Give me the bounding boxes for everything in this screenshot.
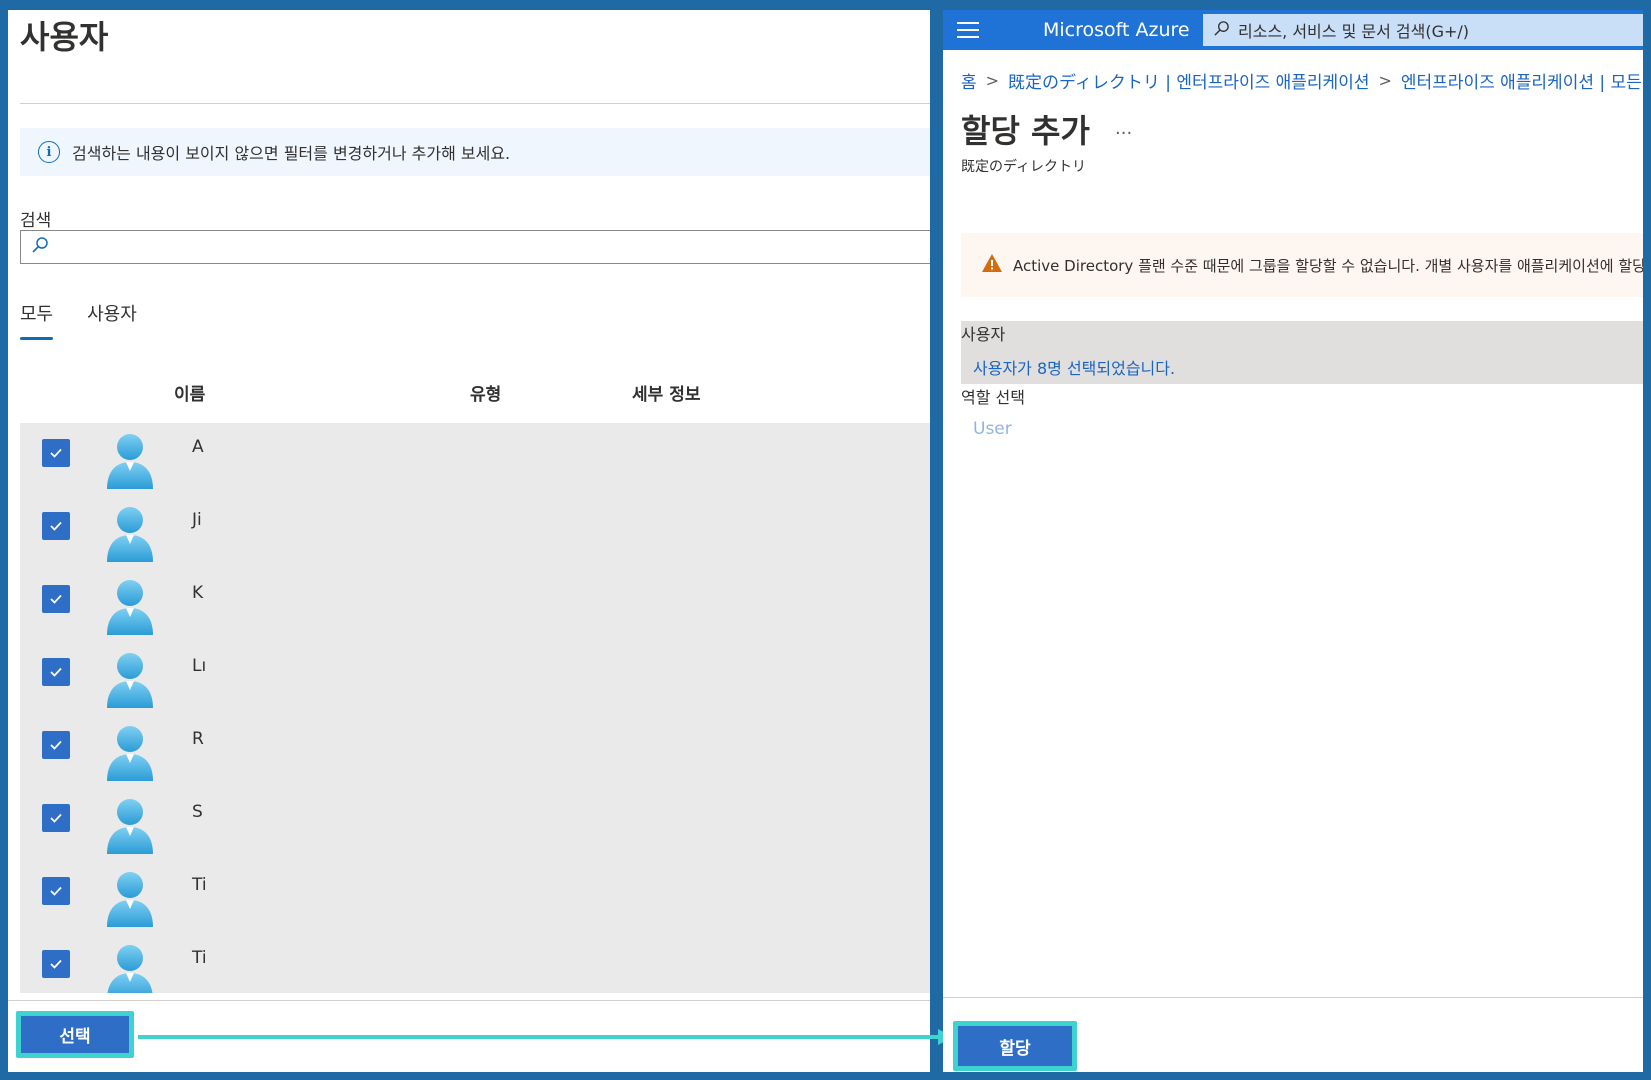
table-row[interactable]: A [20, 423, 930, 496]
search-input[interactable] [55, 231, 930, 263]
row-checkbox[interactable] [42, 877, 70, 905]
column-header-name[interactable]: 이름 [174, 380, 205, 405]
user-name: K [192, 583, 204, 603]
checkmark-icon [49, 444, 63, 463]
row-checkbox[interactable] [42, 585, 70, 613]
table-row[interactable]: K [20, 569, 930, 642]
brand-title[interactable]: Microsoft Azure [1043, 19, 1190, 41]
breadcrumb-home[interactable]: 홈 [961, 68, 977, 93]
divider [943, 997, 1643, 998]
user-name: S [192, 802, 203, 822]
azure-top-bar: Microsoft Azure 리소스, 서비스 및 문서 검색(G+/) [943, 10, 1643, 50]
add-assignment-panel: Microsoft Azure 리소스, 서비스 및 문서 검색(G+/) 홈 … [943, 10, 1643, 1072]
panel-title: 할당 추가 [961, 112, 1090, 150]
users-section[interactable]: 사용자 사용자가 8명 선택되었습니다. [961, 321, 1643, 384]
checkmark-icon [49, 663, 63, 682]
tab-bar: 모두 사용자 [20, 300, 137, 340]
page-title: 사용자 [20, 18, 109, 56]
search-box[interactable] [20, 230, 930, 264]
breadcrumb: 홈 > 既定のディレクトリ | 엔터프라이즈 애플리케이션 > 엔터프라이즈 애… [961, 68, 1642, 93]
row-checkbox[interactable] [42, 950, 70, 978]
panel-subtitle: 既定のディレクトリ [961, 159, 1087, 175]
tab-all[interactable]: 모두 [20, 300, 54, 340]
warning-text: Active Directory 플랜 수준 때문에 그룹을 할당할 수 없습니… [1013, 256, 1643, 275]
search-icon [1213, 20, 1230, 41]
row-checkbox[interactable] [42, 439, 70, 467]
row-checkbox[interactable] [42, 512, 70, 540]
user-avatar-icon [104, 650, 156, 710]
table-row[interactable]: Ji [20, 496, 930, 569]
user-avatar-icon [104, 577, 156, 637]
chevron-right-icon: > [1378, 71, 1392, 90]
table-header: 이름 유형 세부 정보 [20, 374, 930, 410]
role-label: 역할 선택 [961, 388, 1025, 407]
table-row[interactable]: R [20, 715, 930, 788]
tab-users[interactable]: 사용자 [87, 300, 137, 340]
user-avatar-icon [104, 942, 156, 993]
column-header-details[interactable]: 세부 정보 [632, 380, 700, 405]
column-header-type[interactable]: 유형 [470, 380, 501, 405]
info-icon: i [38, 141, 60, 163]
global-search[interactable]: 리소스, 서비스 및 문서 검색(G+/) [1203, 14, 1643, 46]
warning-icon [981, 253, 1003, 277]
warning-banner: Active Directory 플랜 수준 때문에 그룹을 할당할 수 없습니… [961, 233, 1643, 297]
user-avatar-icon [104, 504, 156, 564]
table-row[interactable]: S [20, 788, 930, 861]
chevron-right-icon: > [985, 71, 1000, 90]
breadcrumb-enterprise-apps[interactable]: 엔터프라이즈 애플리케이션 | 모든 [1401, 68, 1642, 93]
checkmark-icon [49, 882, 63, 901]
info-text: 검색하는 내용이 보이지 않으면 필터를 변경하거나 추가해 보세요. [72, 144, 511, 163]
role-value-link[interactable]: User [973, 419, 1012, 439]
user-avatar-icon [104, 723, 156, 783]
menu-icon[interactable] [957, 22, 979, 38]
user-picker-panel: 사용자 i 검색하는 내용이 보이지 않으면 필터를 변경하거나 추가해 보세요… [8, 10, 930, 1072]
user-avatar-icon [104, 431, 156, 491]
users-selected-link[interactable]: 사용자가 8명 선택되었습니다. [973, 355, 1175, 379]
checkmark-icon [49, 590, 63, 609]
user-name: Ti [192, 948, 207, 968]
table-row[interactable]: Lı [20, 642, 930, 715]
user-table: A Ji K Lı R S Ti Ti [20, 423, 930, 993]
global-search-placeholder: 리소스, 서비스 및 문서 검색(G+/) [1238, 22, 1470, 41]
search-label: 검색 [20, 211, 52, 231]
search-icon [31, 236, 49, 258]
users-label: 사용자 [961, 325, 1006, 344]
select-button[interactable]: 선택 [16, 1011, 134, 1058]
user-name: Lı [192, 656, 207, 676]
divider [8, 1000, 930, 1001]
user-name: R [192, 729, 204, 749]
checkmark-icon [49, 736, 63, 755]
table-row[interactable]: Ti [20, 934, 930, 993]
info-banner: i 검색하는 내용이 보이지 않으면 필터를 변경하거나 추가해 보세요. [20, 128, 930, 176]
more-options-button[interactable]: ... [1115, 118, 1132, 139]
arrow-connector [138, 1029, 953, 1045]
table-row[interactable]: Ti [20, 861, 930, 934]
user-name: A [192, 437, 204, 457]
user-avatar-icon [104, 869, 156, 929]
user-name: Ji [192, 510, 202, 530]
checkmark-icon [49, 955, 63, 974]
assign-button[interactable]: 할당 [953, 1021, 1077, 1071]
row-checkbox[interactable] [42, 731, 70, 759]
checkmark-icon [49, 809, 63, 828]
divider [20, 103, 930, 104]
row-checkbox[interactable] [42, 804, 70, 832]
user-avatar-icon [104, 796, 156, 856]
breadcrumb-directory[interactable]: 既定のディレクトリ | 엔터프라이즈 애플리케이션 [1008, 68, 1369, 93]
row-checkbox[interactable] [42, 658, 70, 686]
checkmark-icon [49, 517, 63, 536]
user-name: Ti [192, 875, 207, 895]
